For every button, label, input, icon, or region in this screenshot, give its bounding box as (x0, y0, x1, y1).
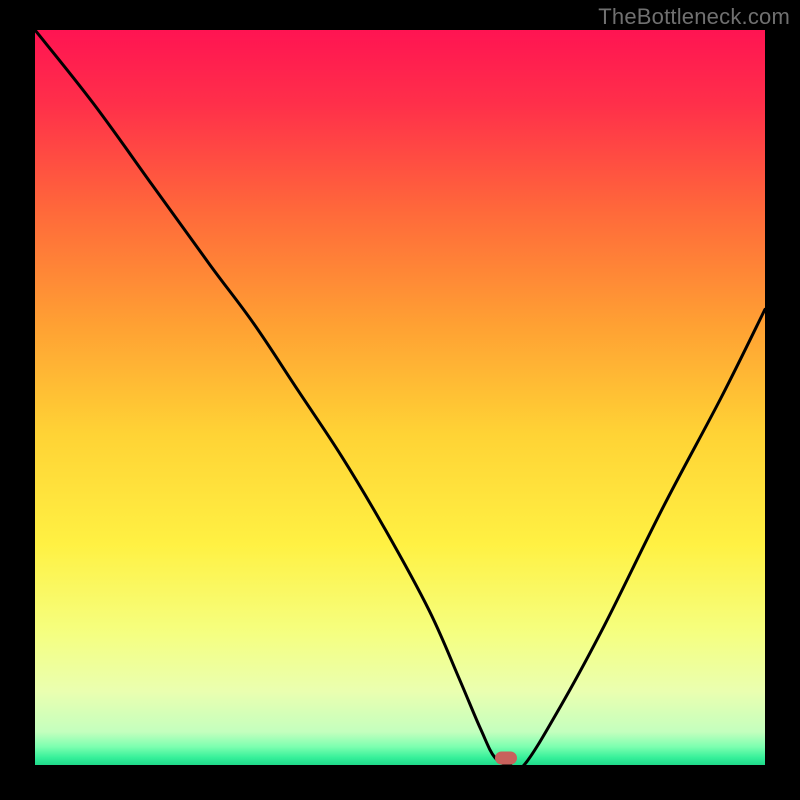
bottleneck-curve (35, 30, 765, 765)
plot-area (35, 30, 765, 765)
optimal-point-marker (495, 751, 517, 764)
watermark-text: TheBottleneck.com (598, 4, 790, 30)
chart-frame: TheBottleneck.com (0, 0, 800, 800)
